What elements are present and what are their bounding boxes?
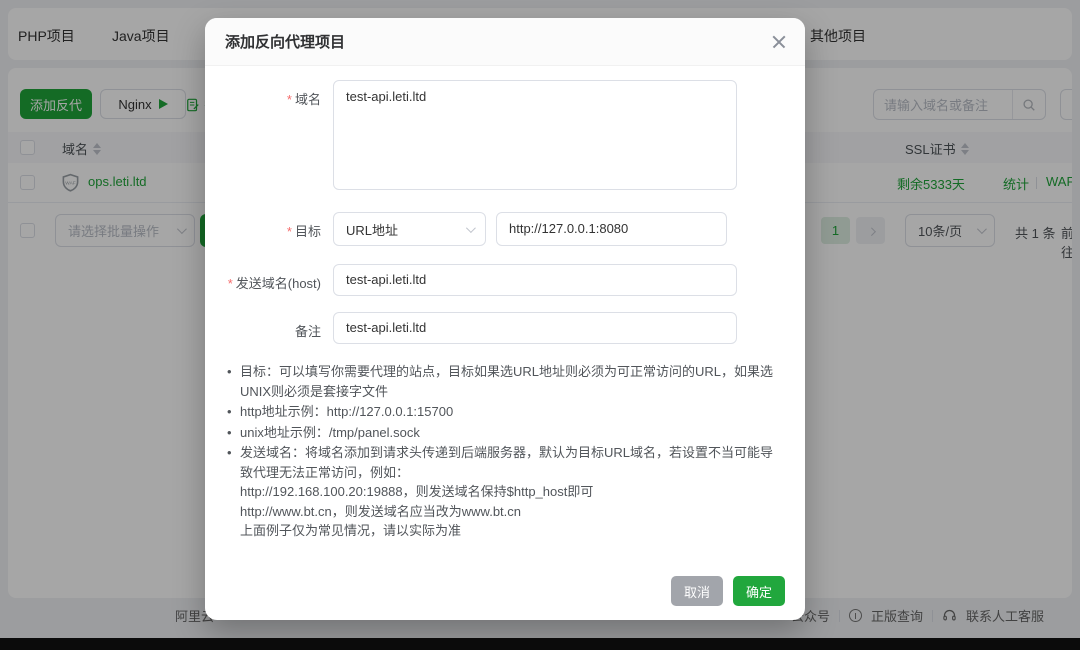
chevron-down-icon xyxy=(466,223,476,233)
tip-subline: http://www.bt.cn，则发送域名应当改为www.bt.cn xyxy=(240,502,781,522)
tip-subline: http://192.168.100.20:19888，则发送域名保持$http… xyxy=(240,482,781,502)
add-reverse-proxy-modal: 添加反向代理项目 *域名 test-api.leti.ltd *目标 URL地址… xyxy=(205,18,805,620)
target-field-label: *目标 xyxy=(205,212,333,246)
modal-title: 添加反向代理项目 xyxy=(225,31,345,52)
screenshot-bottom-bar xyxy=(0,638,1080,650)
domain-textarea[interactable]: test-api.leti.ltd xyxy=(333,80,737,190)
close-icon[interactable] xyxy=(769,32,789,52)
help-tips-list: 目标：可以填写你需要代理的站点，目标如果选URL地址则必须为可正常访问的URL，… xyxy=(225,362,781,541)
modal-footer: 取消 确定 xyxy=(671,576,785,606)
target-url-input[interactable]: http://127.0.0.1:8080 xyxy=(496,212,727,246)
required-mark: * xyxy=(287,224,292,239)
host-input[interactable]: test-api.leti.ltd xyxy=(333,264,737,296)
form-row-host: *发送域名(host) test-api.leti.ltd xyxy=(205,264,805,296)
target-type-value: URL地址 xyxy=(346,220,398,239)
modal-header: 添加反向代理项目 xyxy=(205,18,805,66)
required-mark: * xyxy=(228,276,233,291)
remark-field-label: 备注 xyxy=(205,312,333,344)
tip-item: http地址示例：http://127.0.0.1:15700 xyxy=(225,402,781,422)
tip-item: 目标：可以填写你需要代理的站点，目标如果选URL地址则必须为可正常访问的URL，… xyxy=(225,362,781,401)
remark-input[interactable]: test-api.leti.ltd xyxy=(333,312,737,344)
host-field-label: *发送域名(host) xyxy=(205,264,333,296)
form-row-target: *目标 URL地址 http://127.0.0.1:8080 xyxy=(205,212,805,246)
target-type-select[interactable]: URL地址 xyxy=(333,212,486,246)
cancel-button[interactable]: 取消 xyxy=(671,576,723,606)
modal-body: *域名 test-api.leti.ltd *目标 URL地址 http://1… xyxy=(205,66,805,541)
screen: PHP项目 Java项目 其他项目 添加反代 Nginx 需 请输入域名或 xyxy=(0,0,1080,650)
domain-field-label: *域名 xyxy=(205,80,333,190)
confirm-button[interactable]: 确定 xyxy=(733,576,785,606)
required-mark: * xyxy=(287,92,292,107)
tip-item: unix地址示例：/tmp/panel.sock xyxy=(225,423,781,443)
form-row-domain: *域名 test-api.leti.ltd xyxy=(205,80,805,190)
tip-subline: 上面例子仅为常见情况，请以实际为准 xyxy=(240,521,781,541)
tip-item: 发送域名：将域名添加到请求头传递到后端服务器，默认为目标URL域名，若设置不当可… xyxy=(225,443,781,541)
form-row-remark: 备注 test-api.leti.ltd xyxy=(205,312,805,344)
